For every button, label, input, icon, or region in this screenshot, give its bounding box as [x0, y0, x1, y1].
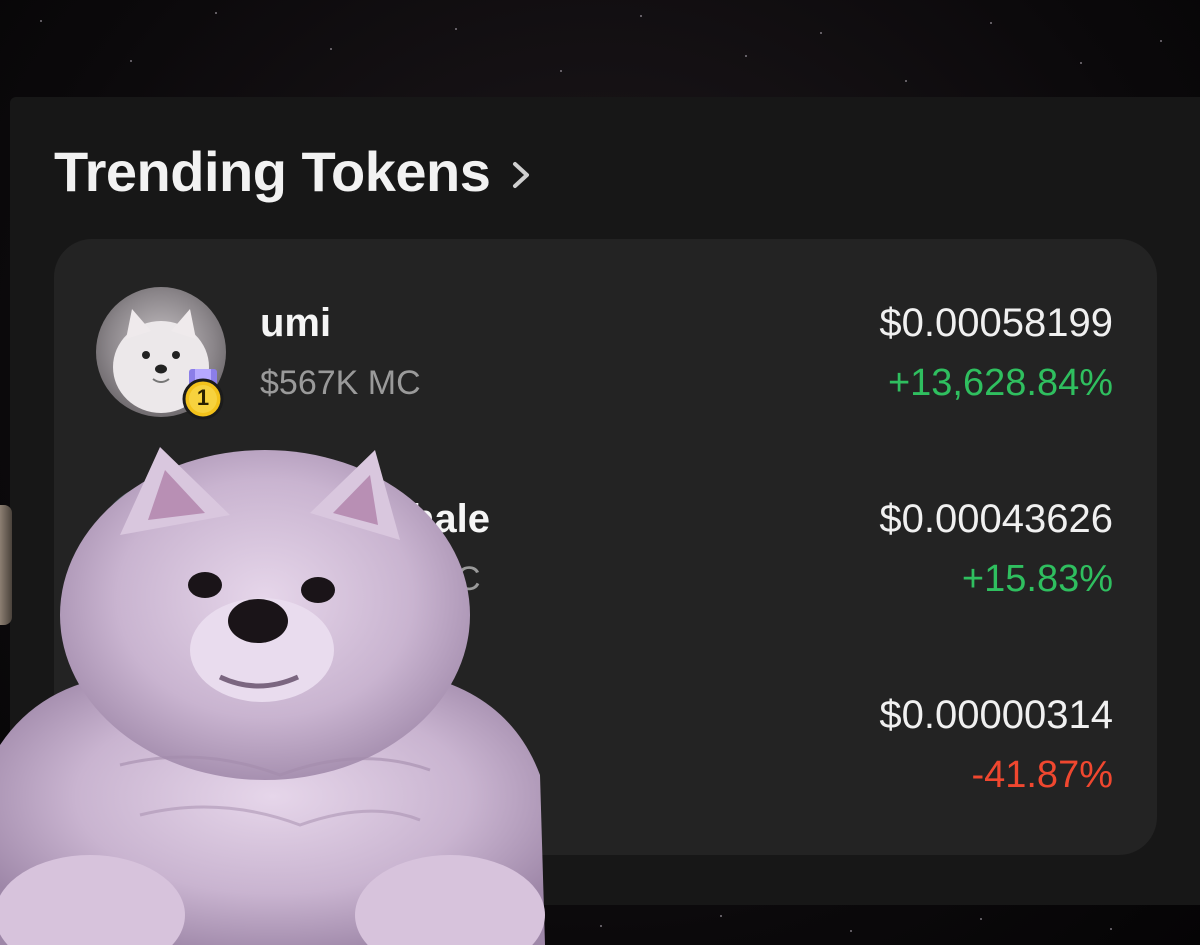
- chevron-right-icon: [513, 161, 530, 188]
- token-change: +13,628.84%: [887, 362, 1113, 404]
- token-price: $0.00058199: [879, 301, 1113, 345]
- token-change: +15.83%: [961, 558, 1113, 600]
- section-title: Trending Tokens: [54, 140, 491, 203]
- token-name: umi: [260, 301, 332, 345]
- rank-number: 1: [196, 385, 210, 410]
- token-change: -41.87%: [971, 754, 1113, 796]
- token-market-cap: $567K MC: [260, 364, 421, 402]
- token-price: $0.00043626: [879, 497, 1113, 541]
- samoyed-dog-overlay: [0, 445, 545, 945]
- samoyed-dog-image: [0, 447, 545, 945]
- rank-badge: 1: [180, 369, 226, 421]
- token-price: $0.00000314: [879, 693, 1113, 737]
- token-row[interactable]: 1 umi $567K MC $0.00058199 +13,628.84%: [54, 239, 1157, 420]
- trending-tokens-header[interactable]: Trending Tokens: [54, 139, 534, 204]
